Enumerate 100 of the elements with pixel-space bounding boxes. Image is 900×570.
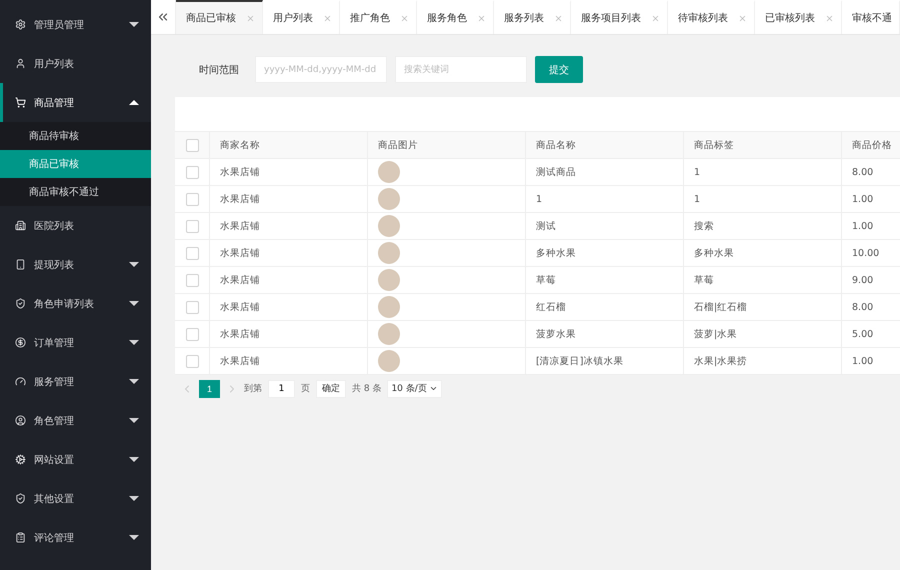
- photo-placeholder: [378, 296, 400, 318]
- table-cell: 1: [684, 159, 842, 185]
- close-icon[interactable]: [738, 14, 747, 22]
- checkbox[interactable]: [186, 274, 198, 286]
- close-icon[interactable]: [651, 14, 660, 22]
- table-cell: 水果店铺: [210, 294, 368, 320]
- submenu-item[interactable]: 商品审核不通过: [0, 178, 151, 206]
- tab-label: 商品已审核: [186, 12, 236, 25]
- tab[interactable]: 商品已审核: [176, 0, 263, 34]
- tab-label: 审核不通: [852, 12, 892, 25]
- caret-down-icon: [129, 535, 139, 540]
- checkbox[interactable]: [186, 220, 198, 232]
- submenu-item[interactable]: 商品已审核: [0, 150, 151, 178]
- table-cell: 草莓: [684, 267, 842, 293]
- checkbox[interactable]: [186, 300, 198, 314]
- table-cell: 测试商品: [526, 159, 684, 185]
- checkbox[interactable]: [186, 192, 198, 206]
- field-label: 时间范围: [199, 64, 240, 76]
- close-icon[interactable]: [825, 14, 834, 22]
- checkbox[interactable]: [186, 328, 198, 340]
- caret-down-icon: [129, 262, 139, 267]
- coin-icon: [15, 337, 26, 348]
- table-cell: 9.00: [842, 267, 900, 293]
- table-cell: 菠萝水果: [526, 321, 684, 347]
- caret-down-icon: [129, 340, 139, 345]
- photo-placeholder: [378, 161, 400, 183]
- page-label: 页: [301, 383, 310, 395]
- date-range-field[interactable]: yyyy-MM-dd,yyyy-MM-dd: [255, 56, 387, 83]
- caret-up-icon: [129, 100, 139, 105]
- photo-placeholder: [378, 215, 400, 237]
- page-input[interactable]: 1: [268, 380, 295, 398]
- caret-down-icon: [129, 418, 139, 423]
- table-cell: 红石榴: [526, 294, 684, 320]
- checkbox[interactable]: [186, 246, 198, 260]
- chevron-down-icon: [428, 384, 438, 393]
- user-icon: [15, 58, 26, 69]
- table-cell: 水果|水果捞: [684, 348, 842, 374]
- checkbox[interactable]: [186, 354, 198, 368]
- total-count: 共 8 条: [352, 382, 382, 395]
- sidebar-item[interactable]: 评论管理: [0, 518, 151, 557]
- caret-down-icon: [129, 496, 139, 501]
- shield-icon: [15, 298, 26, 309]
- tab-label: 已审核列表: [765, 12, 815, 25]
- caret-down-icon: [129, 301, 139, 306]
- table-cell: 菠萝|水果: [684, 321, 842, 347]
- close-icon[interactable]: [246, 14, 255, 22]
- gear-icon: [15, 454, 26, 465]
- sidebar-item[interactable]: 服务管理: [0, 362, 151, 401]
- shield-icon: [15, 493, 26, 504]
- tab-label: 用户列表: [273, 12, 313, 25]
- submit-button[interactable]: 提交: [535, 56, 583, 83]
- column-header: 商品图片: [368, 132, 526, 158]
- table-cell: 水果店铺: [210, 267, 368, 293]
- phone-icon: [15, 259, 26, 270]
- sidebar-item[interactable]: 提现列表: [0, 245, 151, 284]
- sidebar-item[interactable]: 网站设置: [0, 440, 151, 479]
- table-cell: 草莓: [526, 267, 684, 293]
- sidebar-item[interactable]: 医院列表: [0, 206, 151, 245]
- confirm-button[interactable]: 确定: [316, 380, 346, 398]
- sidebar-item[interactable]: 用户列表: [0, 44, 151, 83]
- tab-label: 服务列表: [504, 12, 544, 25]
- photo-placeholder: [378, 269, 400, 291]
- table-cell: 1.00: [842, 213, 900, 239]
- close-icon[interactable]: [554, 14, 563, 22]
- table-cell: [清凉夏日]冰镇水果: [526, 348, 684, 374]
- photo-placeholder: [378, 188, 400, 210]
- cart-icon: [15, 97, 26, 108]
- page-button[interactable]: 1: [199, 380, 220, 398]
- table-cell: 水果店铺: [210, 159, 368, 185]
- table-cell: 水果店铺: [210, 321, 368, 347]
- sidebar-item[interactable]: 订单管理: [0, 323, 151, 362]
- clipboard-icon: [15, 532, 26, 543]
- search-field[interactable]: 搜索关键词: [395, 56, 527, 83]
- close-icon[interactable]: [323, 14, 332, 22]
- sidebar-item[interactable]: 管理员管理: [0, 5, 151, 44]
- goto-label: 到第: [244, 382, 262, 395]
- tab-label: 服务项目列表: [581, 12, 641, 25]
- page-size-select[interactable]: 10 条/页: [387, 380, 442, 398]
- tab-label: 待审核列表: [678, 12, 728, 25]
- submenu-item[interactable]: 商品待审核: [0, 122, 151, 150]
- table-cell: 搜索: [684, 213, 842, 239]
- sidebar-item[interactable]: 角色申请列表: [0, 284, 151, 323]
- close-icon[interactable]: [400, 14, 409, 22]
- building-icon: [15, 220, 26, 231]
- checkbox[interactable]: [186, 166, 198, 178]
- table-cell: 1.00: [842, 348, 900, 374]
- user-icon: [15, 415, 26, 426]
- table-cell: 8.00: [842, 159, 900, 185]
- sidebar-item[interactable]: 角色管理: [0, 401, 151, 440]
- table-cell: 5.00: [842, 321, 900, 347]
- sidebar-item[interactable]: 其他设置: [0, 479, 151, 518]
- close-icon[interactable]: [477, 14, 486, 22]
- table-cell: 测试: [526, 213, 684, 239]
- tab-label: 推广角色: [350, 12, 390, 25]
- table-cell: 石榴|红石榴: [684, 294, 842, 320]
- table-cell: 多种水果: [684, 240, 842, 266]
- table-cell: 水果店铺: [210, 240, 368, 266]
- column-header: 商品价格: [842, 132, 900, 158]
- table-cell: 1.00: [842, 186, 900, 212]
- checkbox[interactable]: [186, 138, 198, 152]
